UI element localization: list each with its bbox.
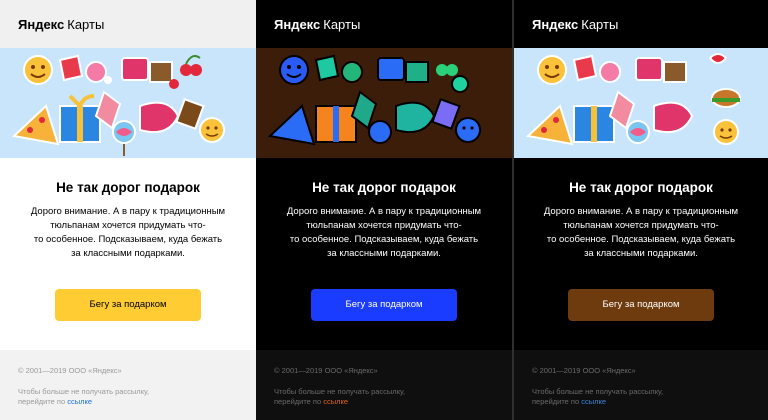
unsubscribe-text: Чтобы больше не получать рассылку, перей… bbox=[18, 387, 238, 407]
gift-cta-button[interactable]: Бегу за подарком bbox=[311, 289, 457, 321]
desc-line: то особенное. Подсказываем, куда бежать bbox=[289, 234, 479, 245]
email-title: Не так дорог подарок bbox=[312, 180, 456, 195]
desc-line: за классными подарками. bbox=[584, 248, 698, 259]
unsubscribe-prefix: перейдите по bbox=[274, 397, 322, 406]
unsubscribe-prefix: перейдите по bbox=[532, 397, 580, 406]
desc-line: то особенное. Подсказываем, куда бежать bbox=[33, 234, 223, 245]
unsubscribe-link[interactable]: ссылке bbox=[67, 397, 92, 406]
logo-bold: Яндекс bbox=[532, 16, 579, 32]
yandex-maps-logo[interactable]: Яндекс Карты bbox=[18, 17, 104, 32]
logo-regular: Карты bbox=[581, 16, 619, 32]
desc-line: Дорого внимание. А в пару к традиционным bbox=[543, 206, 739, 217]
email-description: Дорого внимание. А в пару к традиционным… bbox=[530, 205, 752, 261]
logo-bold: Яндекс bbox=[18, 16, 65, 32]
unsubscribe-text: Чтобы больше не получать рассылку, перей… bbox=[532, 387, 750, 407]
unsubscribe-text: Чтобы больше не получать рассылку, перей… bbox=[274, 387, 494, 407]
email-preview-classic: Яндекс Карты Не так дорог подарок Дорого… bbox=[512, 0, 768, 420]
desc-line: тюльпанам хочется придумать что- bbox=[306, 220, 462, 231]
email-body: Не так дорог подарок Дорого внимание. А … bbox=[514, 180, 768, 321]
email-preview-dark: Яндекс Карты Не так дорог подарок Дорого… bbox=[256, 0, 512, 420]
unsubscribe-prefix: перейдите по bbox=[18, 397, 66, 406]
yandex-maps-logo[interactable]: Яндекс Карты bbox=[274, 17, 360, 32]
email-previews: Яндекс Карты Не так дорог подарок Дорого… bbox=[0, 0, 768, 420]
unsubscribe-line: перейдите по ссылке bbox=[274, 397, 494, 407]
gifts-banner bbox=[0, 48, 256, 158]
unsubscribe-line: Чтобы больше не получать рассылку, bbox=[274, 387, 406, 396]
copyright-text: © 2001—2019 ООО «Яндекс» bbox=[532, 366, 636, 375]
gifts-banner bbox=[256, 48, 512, 158]
desc-line: Дорого внимание. А в пару к традиционным bbox=[30, 206, 226, 217]
email-body: Не так дорог подарок Дорого внимание. А … bbox=[0, 180, 256, 321]
logo-bold: Яндекс bbox=[274, 16, 321, 32]
gift-cta-button[interactable]: Бегу за подарком bbox=[568, 289, 714, 321]
desc-line: Дорого внимание. А в пару к традиционным bbox=[286, 206, 482, 217]
desc-line: за классными подарками. bbox=[327, 248, 441, 259]
email-preview-light: Яндекс Карты Не так дорог подарок Дорого… bbox=[0, 0, 256, 420]
email-header: Яндекс Карты bbox=[514, 0, 768, 48]
unsubscribe-line: Чтобы больше не получать рассылку, bbox=[18, 387, 150, 396]
copyright-text: © 2001—2019 ООО «Яндекс» bbox=[274, 366, 378, 375]
copyright-text: © 2001—2019 ООО «Яндекс» bbox=[18, 366, 122, 375]
unsubscribe-line: перейдите по ссылке bbox=[532, 397, 750, 407]
unsubscribe-line: перейдите по ссылке bbox=[18, 397, 238, 407]
email-title: Не так дорог подарок bbox=[56, 180, 200, 195]
desc-line: за классными подарками. bbox=[71, 248, 185, 259]
email-footer: © 2001—2019 ООО «Яндекс» Чтобы больше не… bbox=[256, 350, 512, 420]
email-description: Дорого внимание. А в пару к традиционным… bbox=[272, 205, 496, 261]
logo-regular: Карты bbox=[323, 16, 361, 32]
gifts-banner bbox=[514, 48, 768, 158]
desc-line: тюльпанам хочется придумать что- bbox=[50, 220, 206, 231]
email-footer: © 2001—2019 ООО «Яндекс» Чтобы больше не… bbox=[0, 350, 256, 420]
yandex-maps-logo[interactable]: Яндекс Карты bbox=[532, 17, 618, 32]
gifts-illustration bbox=[256, 48, 512, 158]
gifts-illustration bbox=[514, 48, 768, 158]
gifts-illustration bbox=[0, 48, 256, 158]
desc-line: то особенное. Подсказываем, куда бежать bbox=[546, 234, 736, 245]
email-footer: © 2001—2019 ООО «Яндекс» Чтобы больше не… bbox=[514, 350, 768, 420]
logo-regular: Карты bbox=[67, 16, 105, 32]
email-header: Яндекс Карты bbox=[256, 0, 512, 48]
desc-line: тюльпанам хочется придумать что- bbox=[563, 220, 719, 231]
gift-cta-button[interactable]: Бегу за подарком bbox=[55, 289, 201, 321]
unsubscribe-link[interactable]: ссылке bbox=[323, 397, 348, 406]
email-header: Яндекс Карты bbox=[0, 0, 256, 48]
email-body: Не так дорог подарок Дорого внимание. А … bbox=[256, 180, 512, 321]
email-description: Дорого внимание. А в пару к традиционным… bbox=[16, 205, 240, 261]
unsubscribe-line: Чтобы больше не получать рассылку, bbox=[532, 387, 664, 396]
unsubscribe-link[interactable]: ссылке bbox=[581, 397, 606, 406]
email-title: Не так дорог подарок bbox=[569, 180, 713, 195]
